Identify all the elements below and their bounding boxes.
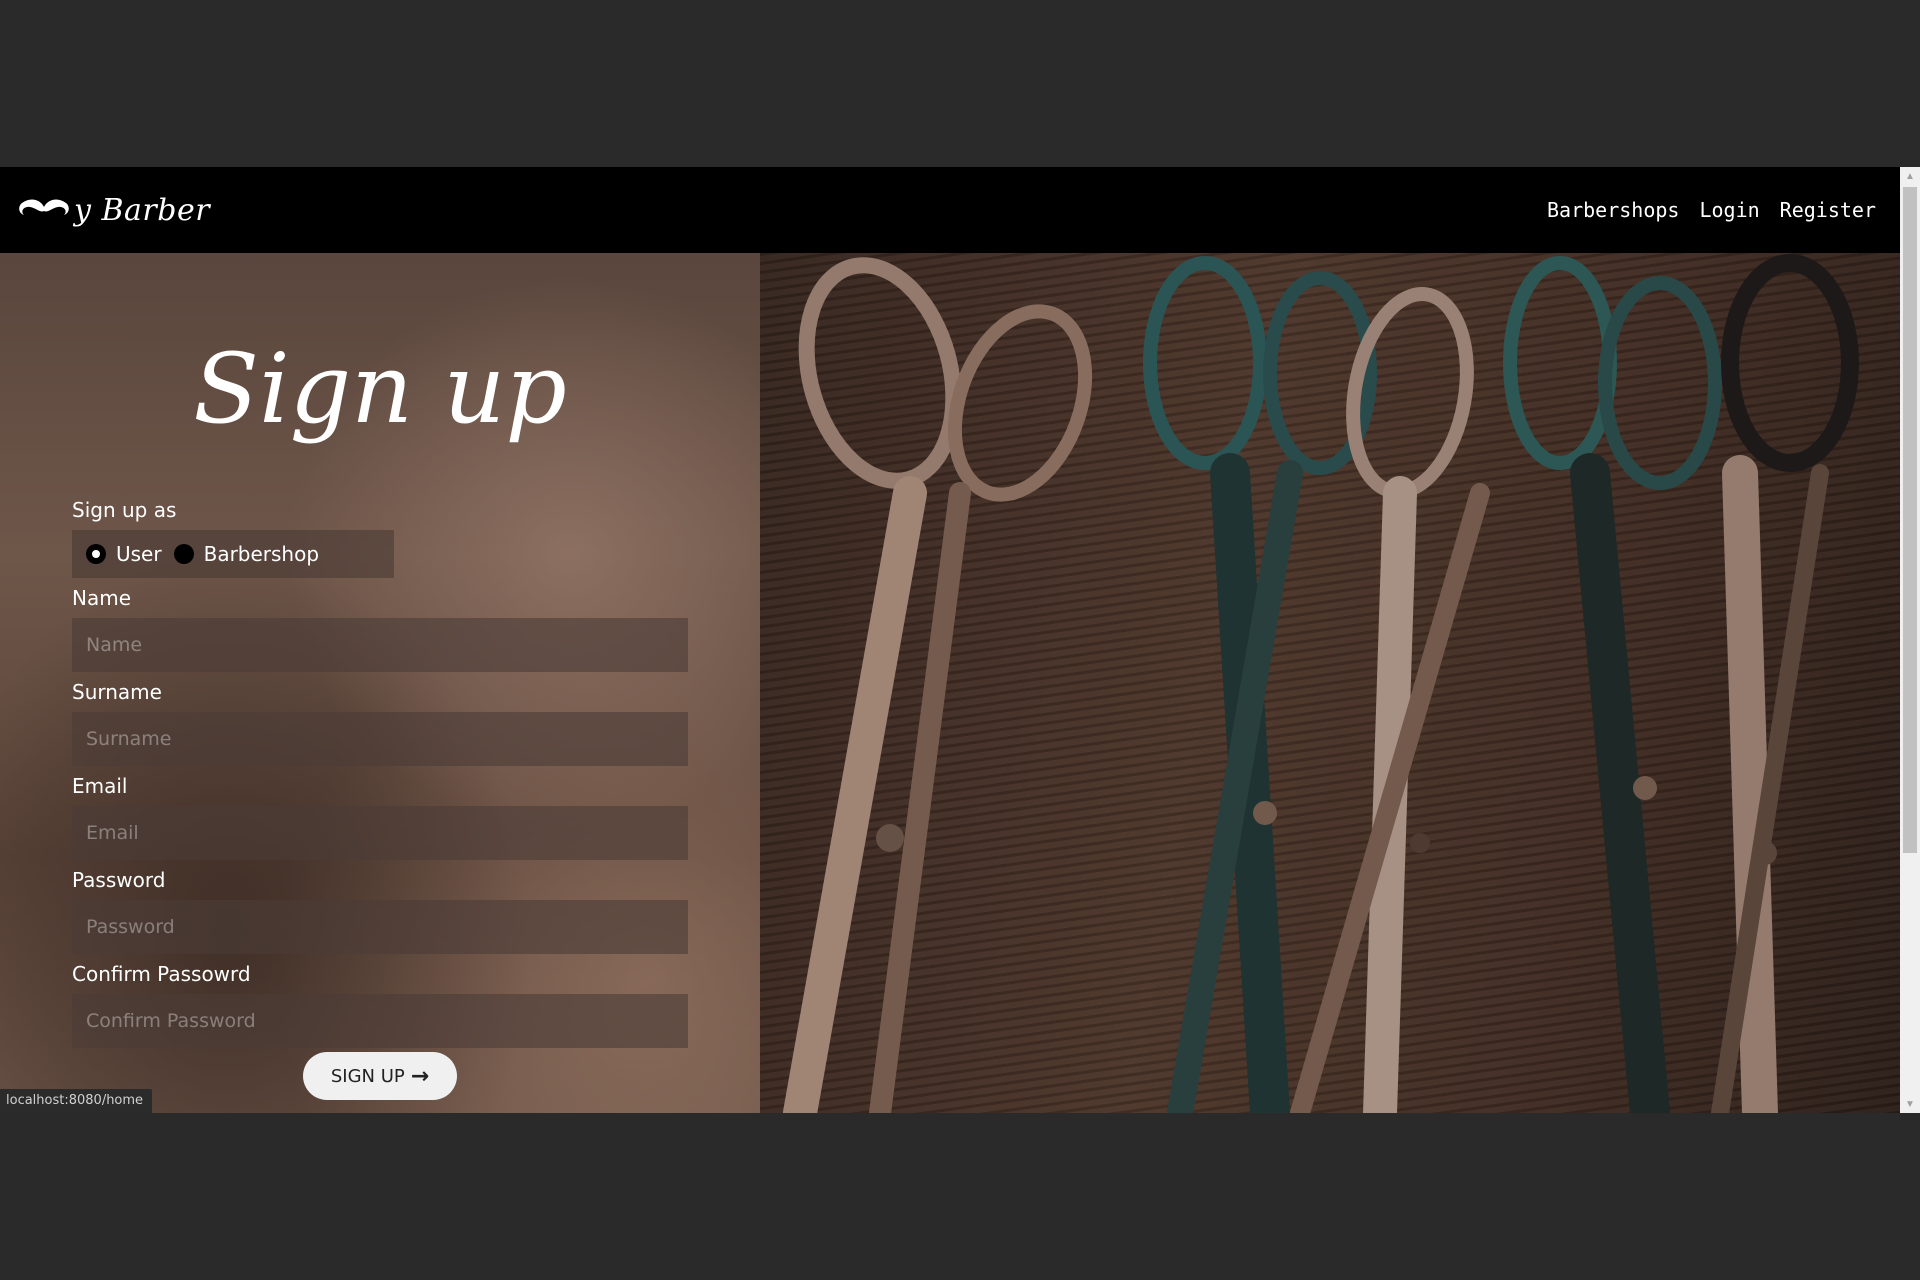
name-label: Name xyxy=(72,586,132,610)
confirm-password-input[interactable] xyxy=(72,994,688,1048)
main-content: Sign up Sign up as User Barbershop Name … xyxy=(0,253,1900,1113)
logo-text: y Barber xyxy=(74,192,211,228)
arrow-right-icon: → xyxy=(410,1063,430,1089)
page-title: Sign up xyxy=(193,333,567,445)
mustache-icon xyxy=(19,199,69,215)
role-selector: User Barbershop xyxy=(72,530,394,578)
vertical-scrollbar[interactable]: ▲ ▼ xyxy=(1900,167,1920,1113)
radio-barbershop-label[interactable]: Barbershop xyxy=(204,542,319,566)
surname-label: Surname xyxy=(72,680,162,704)
role-label: Sign up as xyxy=(72,498,177,522)
browser-viewport: y Barber Barbershops Login Register Sign… xyxy=(0,167,1920,1113)
nav-link-login[interactable]: Login xyxy=(1699,198,1759,222)
radio-user[interactable] xyxy=(86,544,106,564)
nav-link-register[interactable]: Register xyxy=(1780,198,1876,222)
scroll-up-icon[interactable]: ▲ xyxy=(1900,167,1920,185)
nav-links: Barbershops Login Register xyxy=(1547,198,1876,222)
email-input[interactable] xyxy=(72,806,688,860)
scissors-illustration xyxy=(760,253,1900,1113)
signup-form: Sign up as User Barbershop Name Surname … xyxy=(72,498,688,1056)
nav-link-barbershops[interactable]: Barbershops xyxy=(1547,198,1679,222)
scroll-down-icon[interactable]: ▼ xyxy=(1900,1095,1920,1113)
confirm-password-label: Confirm Passowrd xyxy=(72,962,251,986)
scroll-thumb[interactable] xyxy=(1903,187,1917,853)
password-input[interactable] xyxy=(72,900,688,954)
name-input[interactable] xyxy=(72,618,688,672)
signup-button-label: SIGN UP xyxy=(330,1065,405,1087)
status-bar-url: localhost:8080/home xyxy=(0,1089,153,1113)
radio-barbershop[interactable] xyxy=(173,544,194,564)
radio-user-label[interactable]: User xyxy=(116,542,162,566)
hero-image xyxy=(760,253,1900,1113)
signup-panel: Sign up Sign up as User Barbershop Name … xyxy=(0,253,760,1113)
radio-selected-dot xyxy=(92,550,100,558)
email-label: Email xyxy=(72,774,128,798)
logo[interactable]: y Barber xyxy=(16,193,210,228)
navbar: y Barber Barbershops Login Register xyxy=(0,167,1900,253)
password-label: Password xyxy=(72,868,166,892)
surname-input[interactable] xyxy=(72,712,688,766)
signup-button[interactable]: SIGN UP → xyxy=(303,1052,457,1100)
